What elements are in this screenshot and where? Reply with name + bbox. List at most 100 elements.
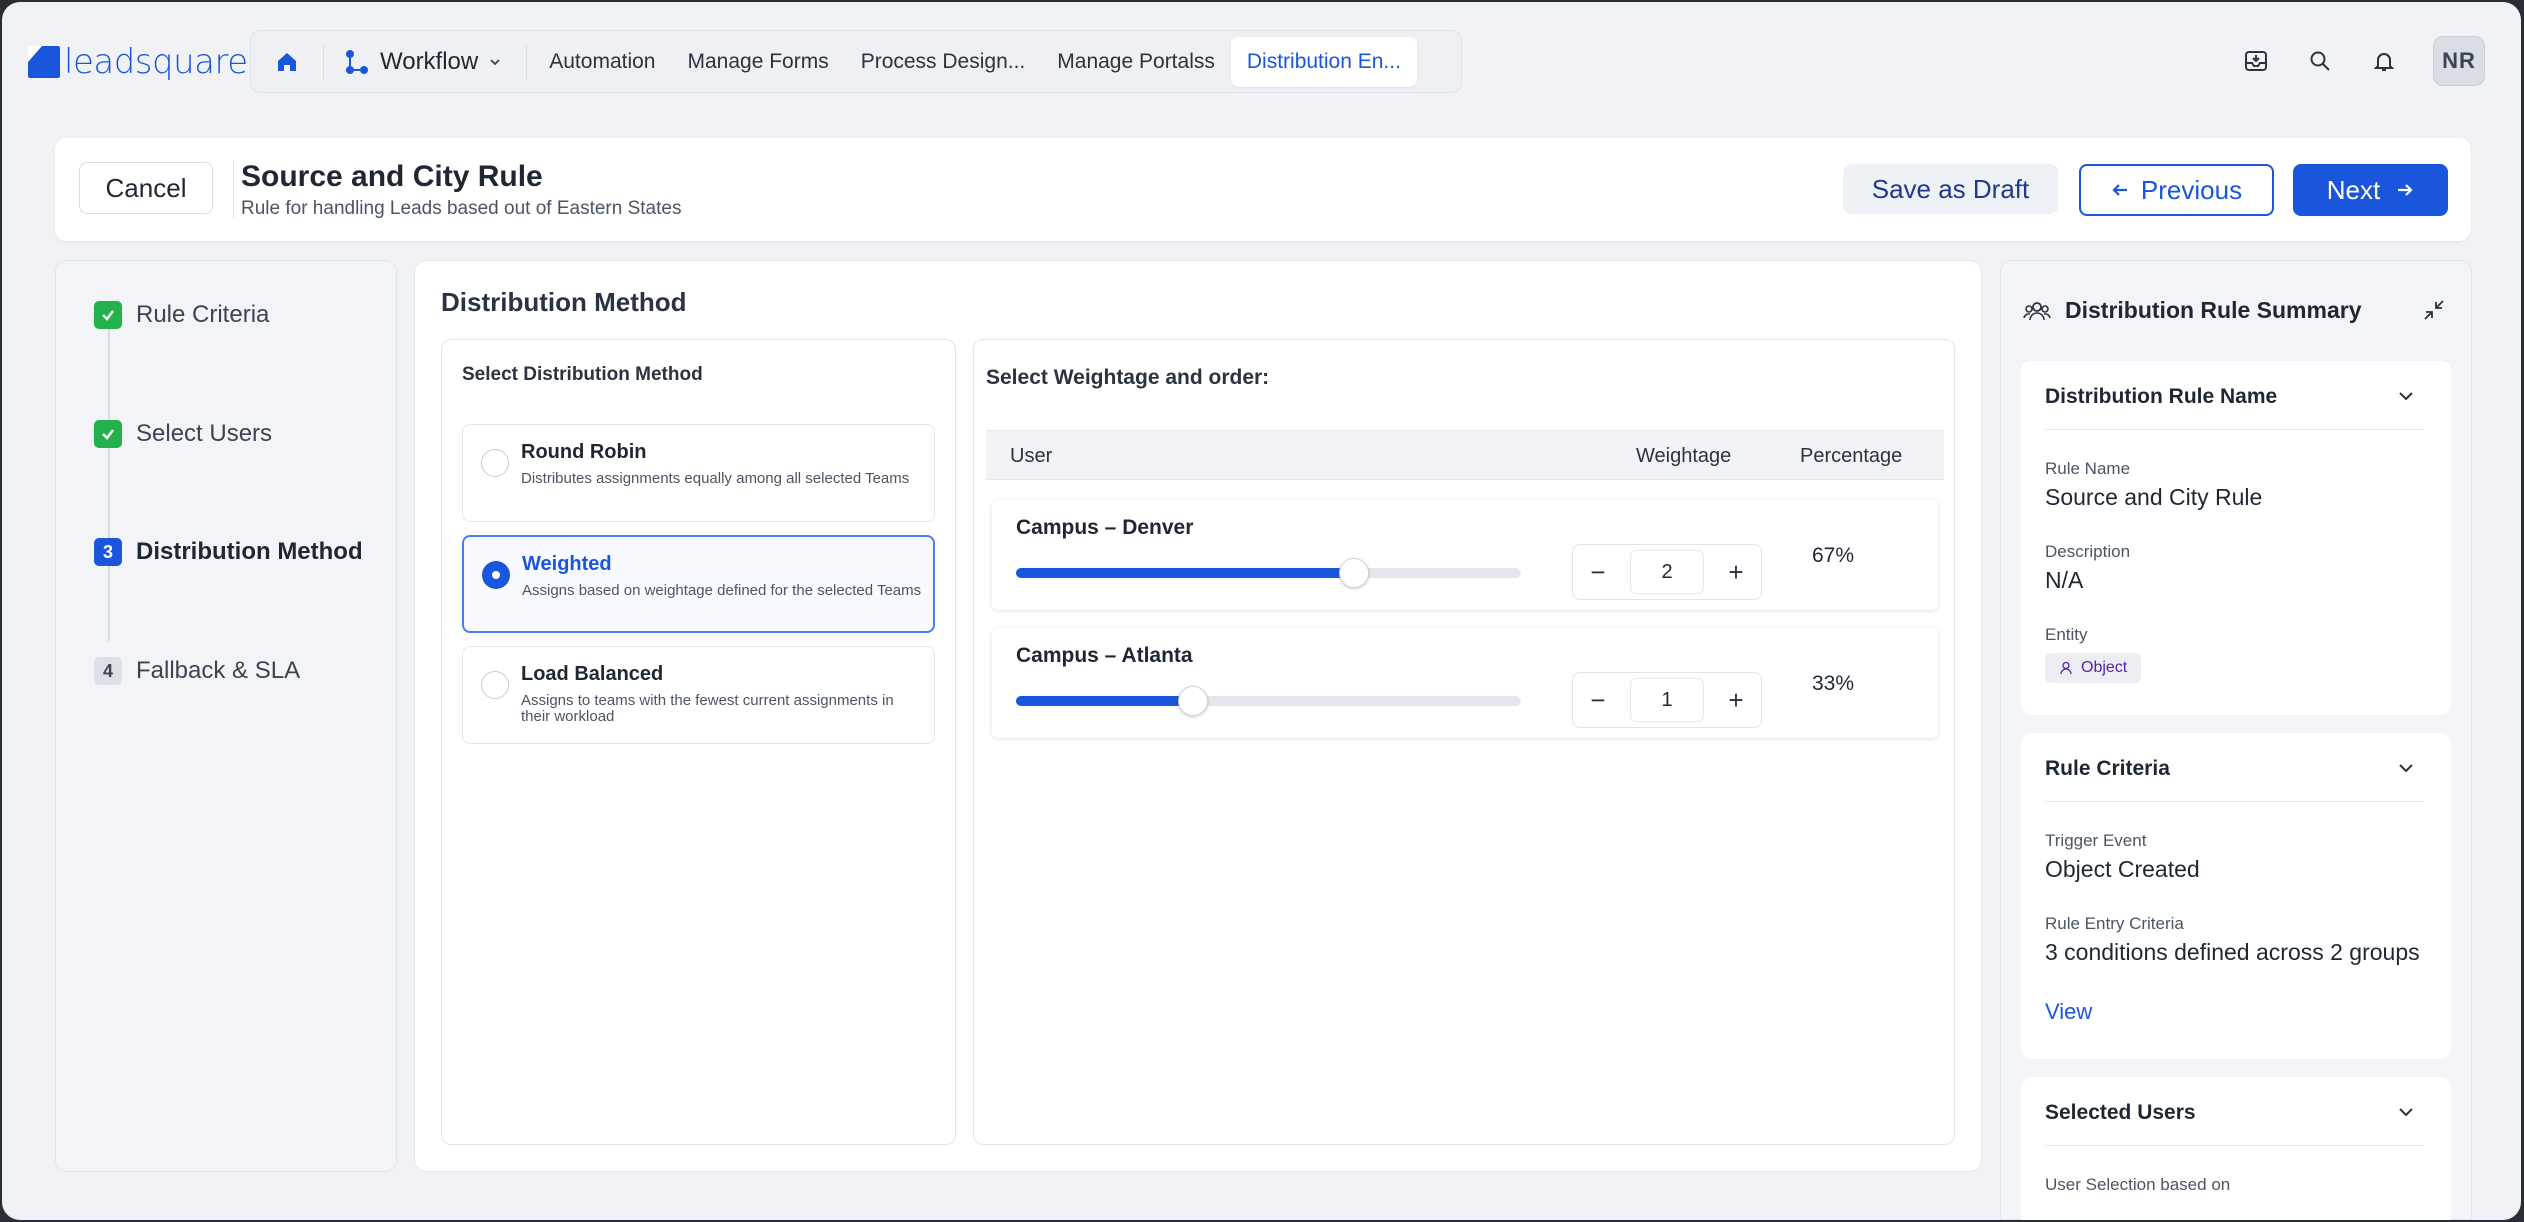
decrement-button[interactable]: − xyxy=(1583,557,1613,587)
check-icon xyxy=(94,301,122,329)
table-header: User Weightage Percentage xyxy=(986,430,1944,480)
brand-logo[interactable]: leadsquared xyxy=(28,42,269,82)
top-right-actions: NR xyxy=(2241,36,2485,86)
user-selection-label: User Selection based on xyxy=(2045,1175,2231,1194)
brand-name: leadsquared xyxy=(64,42,269,82)
percentage-value: 33% xyxy=(1812,672,1855,695)
summary-title: Distribution Rule Summary xyxy=(2065,297,2362,323)
tab-automation[interactable]: Automation xyxy=(533,37,671,87)
section-title: Distribution Method xyxy=(441,287,687,317)
view-criteria-link[interactable]: View xyxy=(2045,999,2092,1025)
weightage-title: Select Weightage and order: xyxy=(986,366,1270,389)
decrement-button[interactable]: − xyxy=(1583,685,1613,715)
weightage-panel: Select Weightage and order: User Weighta… xyxy=(973,339,1955,1145)
radio-button[interactable] xyxy=(481,449,509,477)
description-value: N/A xyxy=(2045,567,2084,593)
step-label: Fallback & SLA xyxy=(136,657,301,684)
weight-slider[interactable] xyxy=(1016,686,1521,716)
step-select-users[interactable]: Select Users xyxy=(94,420,272,448)
step-label: Rule Criteria xyxy=(136,301,270,328)
tab-process-designer[interactable]: Process Design... xyxy=(845,37,1042,87)
nav-divider xyxy=(526,43,528,80)
trigger-label: Trigger Event xyxy=(2045,831,2147,850)
distribution-method-panel: Distribution Method Select Distribution … xyxy=(414,260,1982,1172)
radio-button[interactable] xyxy=(482,561,510,589)
user-avatar[interactable]: NR xyxy=(2433,36,2485,86)
stepper-line xyxy=(108,321,110,641)
progress-stepper: Rule Criteria Select Users 3 Distributio… xyxy=(55,260,397,1172)
entry-criteria-value: 3 conditions defined across 2 groups xyxy=(2045,939,2420,965)
weight-input[interactable]: 1 xyxy=(1630,678,1704,722)
section-heading: Distribution Rule Name xyxy=(2045,385,2278,408)
entry-criteria-label: Rule Entry Criteria xyxy=(2045,914,2184,933)
home-button[interactable] xyxy=(257,37,317,87)
next-button[interactable]: Next xyxy=(2293,164,2448,216)
page-description: Rule for handling Leads based out of Eas… xyxy=(241,198,682,219)
rule-summary-panel: Distribution Rule Summary Distribution R… xyxy=(2000,260,2472,1220)
rule-name-label: Rule Name xyxy=(2045,459,2131,478)
summary-section-rule-criteria: Rule Criteria Trigger Event Object Creat… xyxy=(2021,733,2451,1059)
weight-input[interactable]: 2 xyxy=(1630,550,1704,594)
method-selector: Select Distribution Method Round Robin D… xyxy=(441,339,956,1145)
chevron-down-icon[interactable] xyxy=(2395,385,2417,412)
method-option-load-balanced[interactable]: Load Balanced Assigns to teams with the … xyxy=(462,646,935,744)
previous-label: Previous xyxy=(2140,174,2243,205)
weight-slider[interactable] xyxy=(1016,558,1521,588)
workflow-icon xyxy=(346,49,368,74)
top-nav: Workflow Automation Manage Forms Process… xyxy=(250,30,1462,93)
section-divider xyxy=(2045,801,2425,802)
rule-header: Cancel Source and City Rule Rule for han… xyxy=(55,138,2471,241)
option-description: Distributes assignments equally among al… xyxy=(521,470,910,487)
collapse-icon[interactable] xyxy=(2421,297,2447,328)
header-divider xyxy=(233,160,234,218)
option-description: Assigns to teams with the fewest current… xyxy=(521,692,894,725)
previous-button[interactable]: Previous xyxy=(2079,164,2274,216)
app-window: leadsquared Workflow Automation Manage F… xyxy=(2,2,2521,1220)
user-icon xyxy=(2060,661,2072,675)
percentage-value: 67% xyxy=(1812,544,1855,567)
method-option-round-robin[interactable]: Round Robin Distributes assignments equa… xyxy=(462,424,935,522)
save-draft-button[interactable]: Save as Draft xyxy=(1843,164,2058,214)
slider-fill xyxy=(1016,696,1193,706)
summary-section-rule-name: Distribution Rule Name Rule Name Source … xyxy=(2021,361,2451,715)
method-option-weighted[interactable]: Weighted Assigns based on weightage defi… xyxy=(462,535,935,633)
increment-button[interactable]: + xyxy=(1721,557,1751,587)
section-heading: Rule Criteria xyxy=(2045,757,2170,780)
step-number-badge: 3 xyxy=(94,538,122,566)
check-icon xyxy=(94,420,122,448)
step-fallback-sla[interactable]: 4 Fallback & SLA xyxy=(94,657,300,685)
search-icon[interactable] xyxy=(2305,46,2335,76)
slider-fill xyxy=(1016,568,1355,578)
step-distribution-method[interactable]: 3 Distribution Method xyxy=(94,538,363,566)
entity-label: Entity xyxy=(2045,625,2088,644)
trigger-value: Object Created xyxy=(2045,856,2200,882)
radio-button[interactable] xyxy=(481,671,509,699)
bell-icon[interactable] xyxy=(2369,46,2399,76)
user-name: Campus – Denver xyxy=(1016,516,1194,539)
step-label: Select Users xyxy=(136,420,273,447)
slider-handle[interactable] xyxy=(1339,558,1370,588)
option-title: Round Robin xyxy=(521,441,647,463)
section-divider xyxy=(2045,429,2425,430)
chevron-down-icon[interactable] xyxy=(2395,757,2417,784)
arrow-right-icon xyxy=(2398,184,2413,196)
description-label: Description xyxy=(2045,542,2131,561)
table-row: Campus – Atlanta − 1 + 33% xyxy=(992,628,1938,738)
inbox-icon[interactable] xyxy=(2241,46,2271,76)
cancel-button[interactable]: Cancel xyxy=(79,162,213,214)
chevron-down-icon[interactable] xyxy=(2395,1101,2417,1128)
users-group-icon xyxy=(2023,301,2051,320)
slider-handle[interactable] xyxy=(1177,686,1208,716)
page-title: Source and City Rule xyxy=(241,160,543,193)
entity-value: Object xyxy=(2081,659,2128,676)
option-description: Assigns based on weightage defined for t… xyxy=(522,582,922,599)
workflow-dropdown[interactable]: Workflow xyxy=(330,48,520,76)
tab-manage-portals[interactable]: Manage Portalss xyxy=(1041,37,1231,87)
tab-distribution-engine[interactable]: Distribution En... xyxy=(1230,36,1417,87)
step-rule-criteria[interactable]: Rule Criteria xyxy=(94,301,269,329)
step-number-badge: 4 xyxy=(94,657,122,685)
table-row: Campus – Denver − 2 + 67% xyxy=(992,500,1938,610)
nav-divider xyxy=(323,43,324,80)
increment-button[interactable]: + xyxy=(1721,685,1751,715)
tab-manage-forms[interactable]: Manage Forms xyxy=(671,37,844,87)
